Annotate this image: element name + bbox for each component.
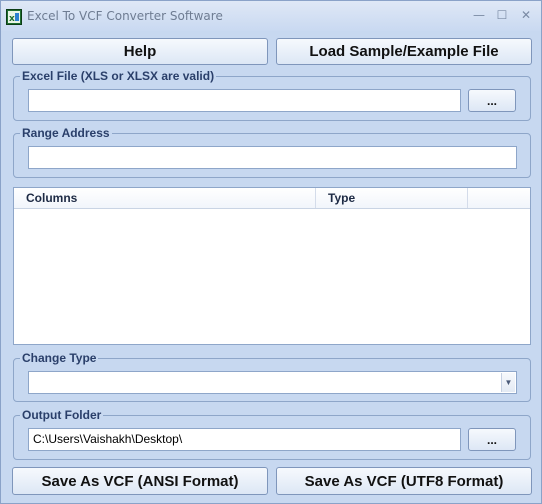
range-address-label: Range Address	[20, 126, 112, 140]
minimize-icon[interactable]: —	[469, 7, 489, 23]
excel-browse-button[interactable]: ...	[468, 89, 516, 112]
list-header: Columns Type	[14, 188, 530, 209]
app-window: x Excel To VCF Converter Software — ☐ ✕ …	[0, 0, 542, 504]
help-button[interactable]: Help	[12, 38, 268, 65]
change-type-select[interactable]: ▼	[28, 371, 517, 394]
change-type-label: Change Type	[20, 351, 99, 365]
save-ansi-button[interactable]: Save As VCF (ANSI Format)	[12, 467, 268, 495]
column-header-type[interactable]: Type	[316, 188, 468, 208]
columns-list[interactable]: Columns Type	[13, 187, 531, 345]
svg-text:x: x	[9, 14, 15, 24]
output-folder-label: Output Folder	[20, 408, 104, 422]
output-browse-button[interactable]: ...	[468, 428, 516, 451]
close-icon[interactable]: ✕	[516, 7, 536, 23]
excel-file-input[interactable]	[28, 89, 461, 112]
title-bar[interactable]: x Excel To VCF Converter Software — ☐ ✕	[1, 1, 541, 31]
load-sample-button[interactable]: Load Sample/Example File	[276, 38, 532, 65]
chevron-down-icon[interactable]: ▼	[501, 373, 515, 392]
column-header-columns[interactable]: Columns	[14, 188, 316, 208]
window-title: Excel To VCF Converter Software	[27, 9, 223, 23]
range-address-input[interactable]	[28, 146, 517, 169]
save-utf8-button[interactable]: Save As VCF (UTF8 Format)	[276, 467, 532, 495]
excel-file-label: Excel File (XLS or XLSX are valid)	[20, 69, 217, 83]
maximize-icon[interactable]: ☐	[492, 7, 512, 23]
excel-vcf-app-icon: x	[6, 9, 22, 25]
output-folder-input[interactable]: C:\Users\Vaishakh\Desktop\	[28, 428, 461, 451]
